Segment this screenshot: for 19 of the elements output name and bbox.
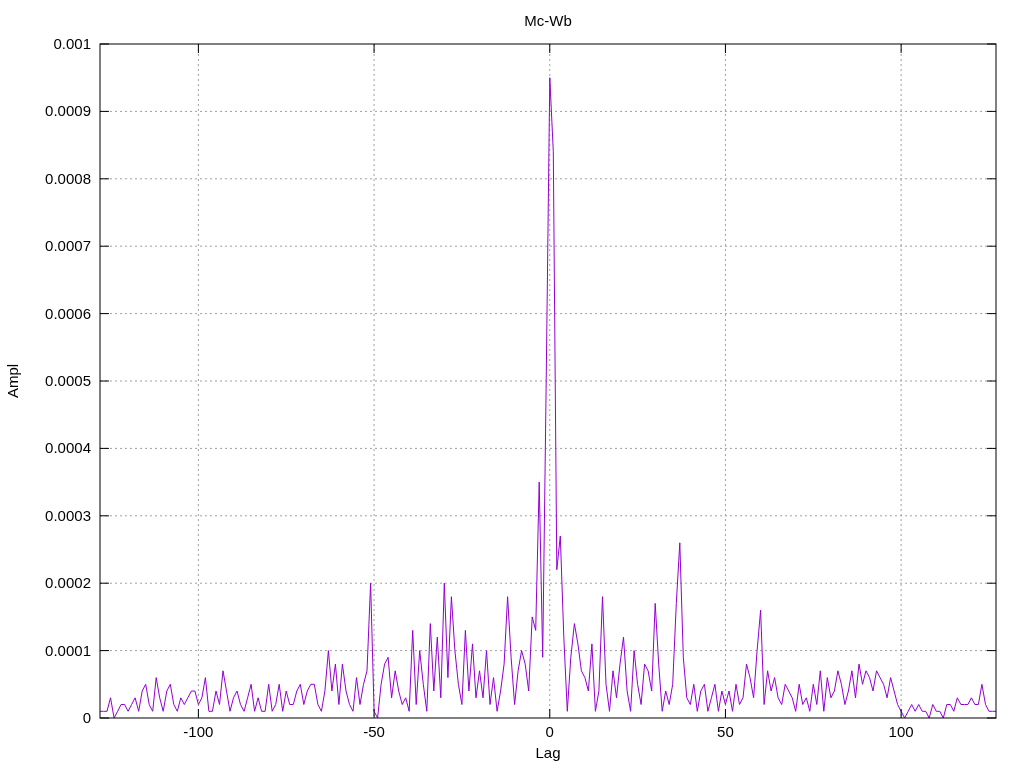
tick-label: 0.0009 [45, 102, 91, 120]
tick-label: 0.0008 [45, 169, 91, 187]
tick-label: 100 [888, 723, 914, 740]
tick-label: 0.0006 [45, 304, 91, 322]
tick-label: 0.0001 [45, 641, 91, 659]
tick-label: -50 [363, 723, 385, 740]
tick-label: 0.0005 [45, 372, 91, 389]
tick-label: 0.0007 [45, 237, 91, 255]
tick-label: 0 [545, 723, 554, 740]
tick-label: 0.0002 [45, 574, 91, 592]
tick-label: 50 [717, 723, 734, 740]
tick-label: 0.0003 [45, 506, 91, 524]
tick-label: 0.001 [53, 35, 91, 52]
tick-label: -100 [183, 723, 214, 740]
axis-label: Ampl [4, 363, 21, 399]
tick-label: 0 [82, 709, 91, 726]
axis-label: Lag [535, 744, 561, 761]
tick-label: 0.0004 [45, 439, 91, 457]
chart-title: Mc-Wb [524, 12, 572, 29]
